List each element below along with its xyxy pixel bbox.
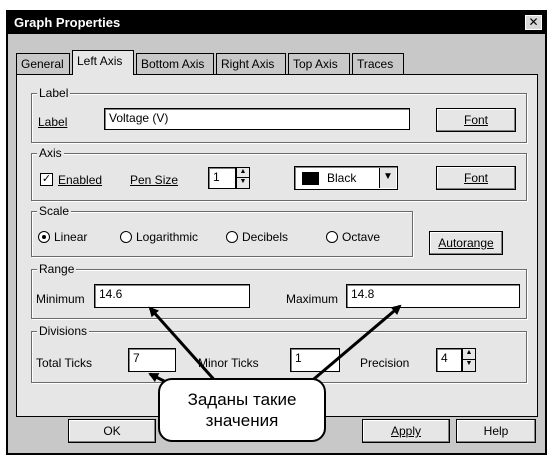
arrow-to-maximum [307,304,402,386]
annotation-line-1: Заданы такие [187,390,297,409]
arrow-to-minimum [148,306,220,386]
annotation-callout: Заданы такие значения [158,378,326,442]
annotation-line-2: значения [205,411,279,430]
